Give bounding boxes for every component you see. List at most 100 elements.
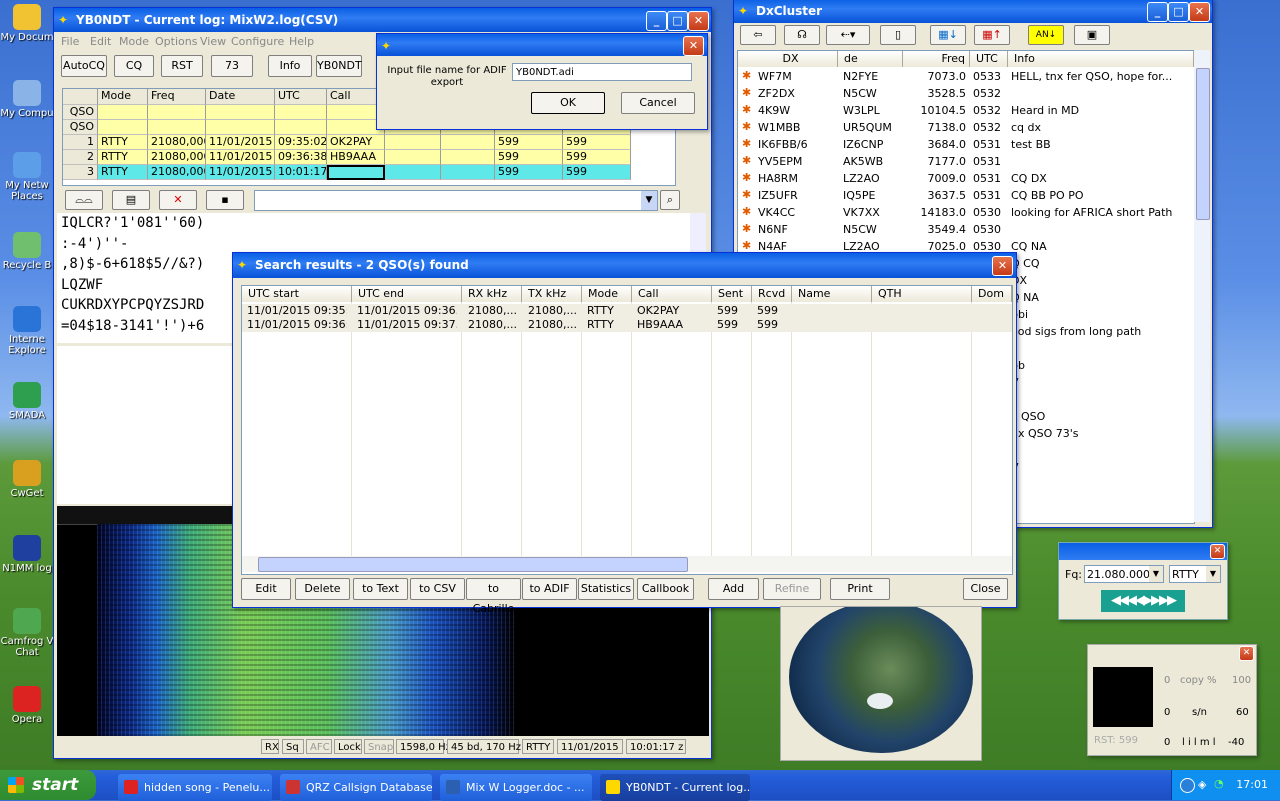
results-column-header[interactable]: TX kHz [522, 286, 582, 302]
dx-cell-info[interactable]: test BB [1011, 136, 1191, 153]
dx-column-header[interactable]: Info [1008, 51, 1194, 67]
desktop-icon[interactable]: N1MM log [0, 535, 54, 574]
grid-cell[interactable]: 10:01:17 [275, 165, 327, 180]
dx-cell-de[interactable]: IQ5PE [843, 187, 903, 204]
dx-cell-info[interactable] [1011, 221, 1191, 238]
results-button[interactable]: to ADIF [522, 578, 577, 600]
taskbar-item[interactable]: Mix W Logger.doc - ... [440, 774, 592, 801]
dx-cell-freq[interactable]: 3637.5 [903, 187, 967, 204]
grid-cell[interactable]: 599 [563, 165, 631, 180]
grid-cell[interactable] [206, 105, 275, 120]
results-button[interactable]: Edit [241, 578, 291, 600]
dx-cell-info[interactable]: Heard in MD [1011, 102, 1191, 119]
dx-cell-utc[interactable]: 0532 [973, 102, 1009, 119]
results-column-header[interactable]: Mode [582, 286, 632, 302]
results-hscrollbar[interactable] [242, 556, 1012, 572]
dx-cell-dx[interactable]: WF7M [758, 68, 838, 85]
desktop-icon[interactable]: SMADA [0, 382, 54, 421]
dx-cell-freq[interactable]: 3549.4 [903, 221, 967, 238]
dx-cell-de[interactable]: LZ2AO [843, 170, 903, 187]
grid-cell[interactable] [385, 165, 441, 180]
dx-cell-info[interactable] [1011, 153, 1191, 170]
dx-cell-utc[interactable]: 0531 [973, 170, 1009, 187]
grid-cell[interactable] [275, 105, 327, 120]
dx-cell-freq[interactable]: 7177.0 [903, 153, 967, 170]
results-button[interactable]: Refine [763, 578, 821, 600]
desktop-icon[interactable]: Recycle B [0, 232, 54, 271]
results-column-header[interactable]: Dom [972, 286, 1012, 302]
results-button[interactable]: to Text [353, 578, 408, 600]
close-button[interactable]: ✕ [688, 11, 709, 31]
dx-cell-utc[interactable]: 0532 [973, 85, 1009, 102]
tuning-arrows[interactable]: ◀◀◀◀▶▶▶▶ [1101, 590, 1185, 612]
grid-cell[interactable]: 599 [495, 150, 563, 165]
dx-cell-info[interactable]: CQ DX [1011, 170, 1191, 187]
dx-cell-dx[interactable]: IK6FBB/6 [758, 136, 838, 153]
results-column-header[interactable]: UTC end [352, 286, 462, 302]
dx-cell-dx[interactable]: ZF2DX [758, 85, 838, 102]
status-field[interactable]: AFC [306, 739, 332, 754]
dx-cell-utc[interactable]: 0532 [973, 119, 1009, 136]
toolbar-button[interactable]: 73 [211, 55, 253, 77]
sort-up-icon[interactable]: ▦↑ [974, 25, 1010, 45]
toolbar-button[interactable]: YB0NDT [316, 55, 362, 77]
dx-cell-info[interactable] [1011, 340, 1191, 357]
dx-cell-info[interactable]: cq dx [1011, 119, 1191, 136]
close-button[interactable]: ✕ [1239, 646, 1254, 661]
grid-cell[interactable]: RTTY [98, 165, 148, 180]
minimize-button[interactable]: _ [646, 11, 667, 31]
status-field[interactable]: Sq [282, 739, 304, 754]
dx-cell-freq[interactable]: 14183.0 [903, 204, 967, 221]
grid-cell[interactable] [385, 150, 441, 165]
dx-cell-info[interactable]: nx QSO 73's [1011, 425, 1191, 442]
glasses-icon[interactable]: ⌓⌓ [65, 190, 103, 210]
grid-cell[interactable] [275, 120, 327, 135]
dx-cell-freq[interactable]: 10104.5 [903, 102, 967, 119]
grid-header[interactable]: Freq [148, 89, 206, 105]
grid-cell[interactable]: RTTY [98, 150, 148, 165]
status-field[interactable]: RTTY [522, 739, 554, 754]
toolbar-button[interactable]: RST [161, 55, 203, 77]
delete-icon[interactable]: ✕ [159, 190, 197, 210]
adif-dialog-titlebar[interactable]: ✦ ✕ [377, 34, 707, 56]
menu-item[interactable]: File [61, 32, 79, 52]
dx-cell-info[interactable]: Q NA [1011, 289, 1191, 306]
results-button[interactable]: Close [963, 578, 1008, 600]
desktop-icon[interactable]: CwGet [0, 460, 54, 499]
dx-cell-utc[interactable]: 0531 [973, 153, 1009, 170]
grid-cell[interactable] [327, 165, 385, 180]
status-field[interactable]: RX [261, 739, 279, 754]
dx-cell-info[interactable]: x QSO [1011, 408, 1191, 425]
grid-cell[interactable]: 599 [563, 135, 631, 150]
dx-cell-de[interactable]: VK7XX [843, 204, 903, 221]
freq-select[interactable]: 21.080.000 ▼ [1084, 565, 1164, 583]
dx-cell-utc[interactable]: 0530 [973, 204, 1009, 221]
results-button[interactable]: Add [708, 578, 759, 600]
grid-cell[interactable] [441, 165, 495, 180]
wifi-icon[interactable]: ◔ [1214, 777, 1224, 790]
status-field[interactable]: 1598,0 Hz [396, 739, 451, 754]
save-icon[interactable]: ▪ [206, 190, 244, 210]
search-results-titlebar[interactable]: ✦ Search results - 2 QSO(s) found ✕ [233, 253, 1016, 278]
back-arrow-icon[interactable]: ⇦ [740, 25, 776, 45]
grid-cell[interactable]: 599 [563, 150, 631, 165]
minimize-button[interactable]: _ [1147, 2, 1168, 22]
status-field[interactable]: 11/01/2015 [557, 739, 623, 754]
dx-cell-utc[interactable]: 0531 [973, 187, 1009, 204]
menu-item[interactable]: Mode [119, 32, 149, 52]
start-button[interactable]: start [0, 770, 96, 800]
menu-item[interactable]: Configure [231, 32, 284, 52]
taskbar-item[interactable]: hidden song - Penelu... [118, 774, 272, 801]
chevron-down-icon[interactable]: ▼ [1206, 566, 1220, 582]
cancel-button[interactable]: Cancel [621, 92, 695, 114]
dx-cell-de[interactable]: N5CW [843, 221, 903, 238]
toolbar-button[interactable]: Info [268, 55, 312, 77]
taskbar-item[interactable]: YB0NDT - Current log... [600, 774, 750, 801]
dx-cell-dx[interactable]: N6NF [758, 221, 838, 238]
grid-cell[interactable]: 09:35:02 [275, 135, 327, 150]
results-column-header[interactable]: Name [792, 286, 872, 302]
dx-cell-info[interactable]: Q CQ [1011, 255, 1191, 272]
results-button[interactable]: to Cabrillo [466, 578, 521, 615]
dx-cell-info[interactable] [1011, 85, 1191, 102]
close-button[interactable]: ✕ [1210, 544, 1225, 559]
